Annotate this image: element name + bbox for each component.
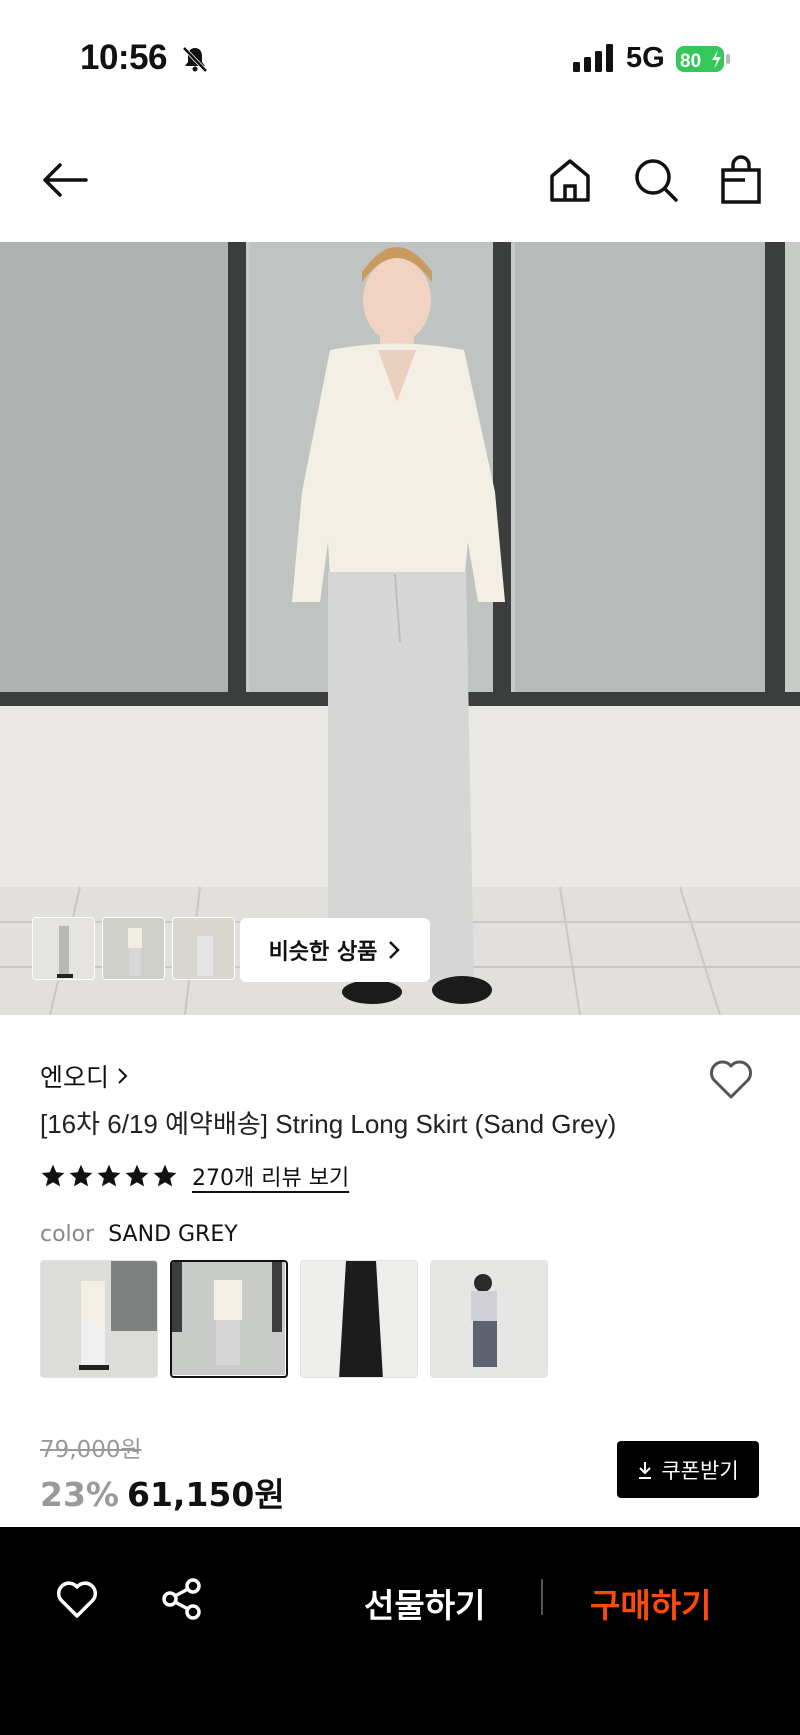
star-icon (41, 1164, 65, 1187)
rating-row: 270개 리뷰 보기 (40, 1160, 349, 1192)
original-price: 79,000원 (40, 1437, 142, 1463)
product-title: [16차 6/19 예약배송] String Long Skirt (Sand … (40, 1109, 617, 1139)
star-icon (69, 1164, 93, 1187)
color-swatch[interactable] (300, 1260, 418, 1378)
chevron-right-icon (389, 941, 401, 959)
color-value: SAND GREY (108, 1222, 238, 1247)
coupon-button[interactable]: 쿠폰받기 (617, 1441, 759, 1498)
top-navigation (0, 140, 800, 220)
home-icon[interactable] (544, 154, 596, 206)
heart-icon[interactable] (705, 1053, 757, 1105)
network-type: 5G (626, 42, 665, 74)
price-row: 23% 61,150원 (40, 1468, 285, 1516)
color-swatch-selected[interactable] (170, 1260, 288, 1378)
star-icon (153, 1164, 177, 1187)
gift-button[interactable]: 선물하기 (364, 1579, 485, 1627)
battery-icon: 80 (676, 46, 730, 72)
color-swatch[interactable] (40, 1260, 158, 1378)
status-time: 10:56 (80, 38, 168, 77)
search-icon[interactable] (630, 154, 682, 206)
review-link[interactable]: 270개 리뷰 보기 (192, 1160, 349, 1192)
hero-thumbnail[interactable] (172, 917, 235, 980)
rating-stars (40, 1163, 178, 1189)
buy-button[interactable]: 구매하기 (590, 1579, 711, 1627)
sale-price: 61,150원 (127, 1475, 285, 1514)
star-icon (97, 1164, 121, 1187)
hero-thumbnail-strip (32, 917, 235, 980)
color-swatch[interactable] (430, 1260, 548, 1378)
battery-level: 80 (680, 51, 701, 72)
status-bar: 10:56 5G 80 (0, 0, 800, 118)
color-label: color (40, 1222, 95, 1247)
bell-muted-icon (182, 46, 208, 73)
product-hero-image[interactable] (0, 242, 800, 1015)
shopping-bag-icon[interactable] (715, 154, 767, 206)
similar-products-label: 비슷한 상품 (268, 940, 378, 965)
back-arrow-icon[interactable] (38, 154, 90, 206)
brand-link[interactable]: 엔오디 (40, 1058, 129, 1094)
heart-icon[interactable] (53, 1575, 101, 1623)
share-icon[interactable] (158, 1575, 206, 1623)
star-icon (125, 1164, 149, 1187)
similar-products-button[interactable]: 비슷한 상품 (240, 918, 430, 982)
color-swatches (40, 1260, 548, 1378)
coupon-label: 쿠폰받기 (661, 1458, 739, 1483)
color-option-row: color SAND GREY (40, 1222, 238, 1247)
bottom-action-bar: 선물하기 구매하기 (0, 1527, 800, 1735)
brand-name: 엔오디 (40, 1063, 110, 1092)
download-icon (639, 1461, 652, 1479)
discount-rate: 23% (40, 1475, 119, 1514)
hero-thumbnail[interactable] (102, 917, 165, 980)
chevron-right-icon (118, 1068, 128, 1084)
hero-thumbnail[interactable] (32, 917, 95, 980)
signal-icon (573, 44, 613, 72)
product-photo (0, 242, 800, 1015)
bottom-divider (541, 1579, 543, 1615)
